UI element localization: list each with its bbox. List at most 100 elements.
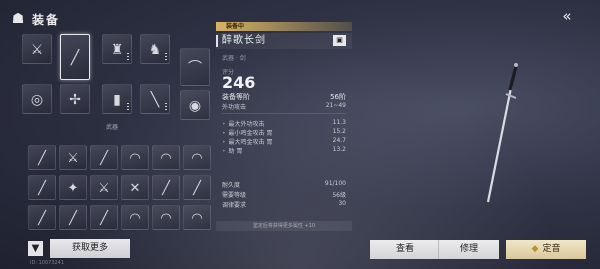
sword-icon: ╱ — [100, 211, 108, 226]
stat-label: 需要等级 — [222, 192, 247, 199]
repair-button[interactable]: 修理 — [438, 240, 499, 259]
identify-hint: 鉴定后将获得更多属性 +10 — [216, 221, 352, 231]
name-accent — [216, 35, 218, 47]
bullet: • — [222, 139, 226, 146]
bonus-row: • 助 胃 13.2 — [222, 146, 346, 155]
ring-icon: ◎ — [30, 92, 44, 108]
equipped-slot[interactable]: ⌒ — [180, 48, 210, 86]
sword-icon: ⚔ — [30, 42, 44, 58]
fan-icon: ◠ — [129, 151, 141, 166]
stat-value: 56阶 — [330, 93, 346, 101]
item-subtype: 武器 · 剑 — [222, 55, 246, 62]
inventory-item[interactable]: ⚔ — [90, 175, 118, 200]
bonus-row: • 最大外功攻击 11.3 — [222, 119, 346, 128]
bonus-row: • 最大鸣金攻击 胃 24.7 — [222, 137, 346, 146]
footer-stat-row: 需要等级 56级 — [222, 190, 346, 199]
bonus-label: 最大鸣金攻击 胃 — [228, 139, 273, 146]
lock-icon[interactable]: ▣ — [333, 35, 346, 46]
compare-button[interactable]: 查看 — [370, 240, 440, 259]
header: ☗ 装备 — [10, 8, 60, 30]
inventory-item[interactable]: ◠ — [183, 205, 211, 230]
stat-value: 30 — [338, 200, 346, 207]
equipped-slot[interactable]: ╲ — [140, 84, 170, 114]
bonus-value: 11.3 — [332, 119, 346, 126]
spear-icon: ╱ — [38, 211, 46, 226]
hidden-weapon-icon: ✢ — [69, 92, 81, 108]
footer-stat-row: 耐久度 91/100 — [222, 180, 346, 189]
equipped-slot[interactable]: ♞ — [140, 34, 170, 64]
equipped-slot[interactable]: ◉ — [180, 90, 210, 120]
inventory-item[interactable]: ◠ — [152, 145, 180, 170]
equipped-slot[interactable]: ⚔ — [22, 34, 52, 64]
filter-icon[interactable]: ▼ — [28, 241, 43, 256]
fan-icon: ◠ — [160, 211, 172, 226]
fan-icon: ◠ — [191, 211, 203, 226]
watermark: ID: 10073241 — [30, 260, 65, 266]
weapon-preview-image — [486, 63, 518, 203]
diamond-icon: ◆ — [531, 244, 539, 254]
equipped-tag: 装备中 — [216, 22, 352, 31]
footer-stat-row: 调律要求 30 — [222, 200, 346, 209]
item-name-bar: 醉歌长剑 ▣ — [216, 33, 352, 49]
stat-value: 21~49 — [325, 102, 346, 109]
equipped-slot[interactable]: ◎ — [22, 84, 52, 114]
inventory-item[interactable]: ╱ — [28, 145, 56, 170]
inventory-item[interactable]: ╱ — [28, 175, 56, 200]
dots-marker — [127, 53, 129, 61]
stat-label: 耐久度 — [222, 182, 241, 189]
inventory-item[interactable]: ◠ — [183, 145, 211, 170]
stat-label: 外功攻击 — [222, 104, 247, 111]
inventory-item[interactable]: ╱ — [28, 205, 56, 230]
fan-icon: ◠ — [160, 151, 172, 166]
item-detail-panel: 装备中 醉歌长剑 ▣ 武器 · 剑 评分 246 装备等阶 56阶 外功攻击 2… — [216, 22, 352, 232]
bullet: • — [222, 130, 226, 137]
inventory-item[interactable]: ╱ — [90, 205, 118, 230]
halberd-icon: ✦ — [67, 181, 79, 196]
inventory-item[interactable]: ◠ — [121, 145, 149, 170]
bonus-value: 24.7 — [332, 137, 346, 144]
sword-icon: ⚔ — [67, 151, 79, 166]
equipped-slot[interactable]: ✢ — [60, 84, 90, 114]
inventory-item[interactable]: ✕ — [121, 175, 149, 200]
stat-value: 91/100 — [324, 180, 346, 187]
bow-icon: ⌒ — [188, 60, 202, 76]
forge-button-label: 定音 — [542, 244, 561, 254]
equipped-slot[interactable]: ♜ — [102, 34, 132, 64]
inventory-item[interactable]: ⚔ — [59, 145, 87, 170]
inventory-item[interactable]: ✦ — [59, 175, 87, 200]
inventory-item[interactable]: ╱ — [90, 145, 118, 170]
bonus-label: 最大外功攻击 — [228, 121, 265, 128]
inventory-item[interactable]: ◠ — [121, 205, 149, 230]
stat-label: 装备等阶 — [222, 93, 250, 101]
inventory-item[interactable]: ╱ — [183, 175, 211, 200]
bonus-label: 最小鸣金攻击 胃 — [228, 130, 273, 137]
equipped-slot[interactable]: ▮ — [102, 84, 132, 114]
get-more-button[interactable]: 获取更多 — [50, 239, 130, 258]
bonus-value: 15.2 — [332, 128, 346, 135]
back-arrow-icon[interactable]: « — [556, 8, 578, 24]
character-icon: ☗ — [11, 11, 25, 27]
forge-button[interactable]: ◆ 定音 — [506, 240, 586, 259]
sword-icon: ╱ — [162, 181, 170, 196]
fan-icon: ◠ — [129, 211, 141, 226]
stat-label: 调律要求 — [222, 202, 247, 209]
divider — [222, 113, 346, 114]
stat-row: 外功攻击 21~49 — [222, 102, 346, 111]
sword-icon: ✕ — [129, 181, 141, 196]
page-title: 装备 — [32, 12, 61, 27]
category-label: 武器 — [106, 124, 119, 131]
bullet: • — [222, 121, 226, 128]
sword-icon: ⚔ — [98, 181, 110, 196]
equipped-slot-selected[interactable]: ╱ — [60, 34, 90, 80]
stat-value: 56级 — [332, 192, 346, 199]
dots-marker — [165, 103, 167, 111]
stat-row: 装备等阶 56阶 — [222, 92, 346, 102]
inventory-item[interactable]: ╱ — [59, 205, 87, 230]
sword-icon: ╱ — [100, 151, 108, 166]
item-score: 246 — [222, 73, 256, 92]
bonus-row: • 最小鸣金攻击 胃 15.2 — [222, 128, 346, 137]
dots-marker — [165, 53, 167, 61]
sword-icon: ╱ — [193, 181, 201, 196]
inventory-item[interactable]: ◠ — [152, 205, 180, 230]
inventory-item[interactable]: ╱ — [152, 175, 180, 200]
